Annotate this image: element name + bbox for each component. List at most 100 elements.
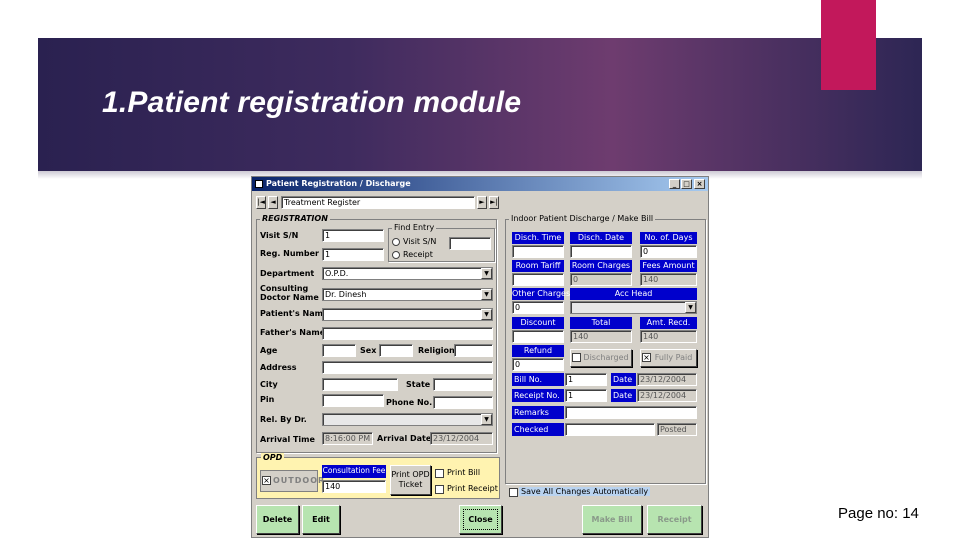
- find-receipt-label: Receipt: [403, 250, 433, 259]
- department-label: Department: [260, 269, 315, 278]
- find-entry-field[interactable]: [449, 237, 491, 250]
- rel-by-dr-label: Rel. By Dr.: [260, 415, 307, 424]
- make-bill-button[interactable]: Make Bill: [582, 505, 642, 534]
- state-field[interactable]: [433, 378, 493, 391]
- city-field[interactable]: [322, 378, 398, 391]
- bill-no-field[interactable]: 1: [565, 373, 607, 386]
- fully-paid-label: Fully Paid: [654, 353, 693, 362]
- slide-title: 1.Patient registration module: [102, 86, 522, 119]
- find-visit-sn-radio[interactable]: [392, 238, 400, 246]
- find-visit-sn-label: Visit S/N: [403, 237, 437, 246]
- acc-head-header: Acc Head: [570, 288, 697, 300]
- age-label: Age: [260, 346, 278, 355]
- dropdown-arrow-icon[interactable]: ▼: [481, 289, 492, 300]
- acc-head-combo[interactable]: ▼: [570, 301, 697, 314]
- print-opd-ticket-button[interactable]: Print OPD Ticket: [390, 465, 431, 495]
- outdoor-checkbox[interactable]: ×: [262, 476, 271, 485]
- close-button[interactable]: Close: [459, 505, 502, 534]
- maximize-button[interactable]: □: [681, 179, 692, 189]
- fully-paid-checkbox[interactable]: ×: [642, 353, 651, 362]
- print-receipt-checkbox[interactable]: [435, 485, 444, 494]
- visit-sn-label: Visit S/N: [260, 231, 299, 240]
- patient-registration-window: Patient Registration / Discharge _ □ × |…: [251, 176, 709, 538]
- receipt-date-field[interactable]: 23/12/2004: [637, 389, 697, 402]
- father-name-field[interactable]: [322, 327, 493, 340]
- department-value: O.P.D.: [325, 269, 349, 278]
- checked-field[interactable]: [565, 423, 655, 436]
- discount-field[interactable]: [512, 330, 564, 343]
- rel-by-dr-combo[interactable]: ▼: [322, 413, 493, 426]
- disch-date-field[interactable]: [570, 245, 632, 258]
- print-bill-checkbox[interactable]: [435, 469, 444, 478]
- find-receipt-radio[interactable]: [392, 251, 400, 259]
- dropdown-arrow-icon[interactable]: ▼: [481, 414, 492, 425]
- bill-date-field[interactable]: 23/12/2004: [637, 373, 697, 386]
- father-name-label: Father's Name: [260, 328, 326, 337]
- amt-recd-header: Amt. Recd.: [640, 317, 697, 329]
- prev-record-button[interactable]: ◄: [268, 196, 278, 209]
- edit-button[interactable]: Edit: [302, 505, 340, 534]
- total-header: Total: [570, 317, 632, 329]
- disch-time-header: Disch. Time: [512, 232, 564, 244]
- refund-field[interactable]: 0: [512, 358, 564, 371]
- ticket-label: Ticket: [398, 480, 423, 489]
- dropdown-arrow-icon[interactable]: ▼: [481, 268, 492, 279]
- pin-field[interactable]: [322, 394, 384, 407]
- minimize-button[interactable]: _: [669, 179, 680, 189]
- dropdown-arrow-icon[interactable]: ▼: [685, 302, 696, 313]
- sex-label: Sex: [360, 346, 377, 355]
- doctor-combo[interactable]: Dr. Dinesh ▼: [322, 288, 493, 301]
- disch-time-field[interactable]: [512, 245, 564, 258]
- window-titlebar: Patient Registration / Discharge _ □ ×: [252, 177, 708, 191]
- phone-label: Phone No.: [386, 398, 433, 407]
- close-window-button[interactable]: ×: [694, 179, 705, 189]
- print-opd-label: Print OPD: [391, 470, 430, 479]
- phone-field[interactable]: [433, 396, 493, 409]
- delete-button[interactable]: Delete: [256, 505, 299, 534]
- remarks-field[interactable]: [565, 406, 697, 419]
- save-all-checkbox[interactable]: [509, 488, 518, 497]
- age-field[interactable]: [322, 344, 356, 357]
- last-record-button[interactable]: ►|: [489, 196, 499, 209]
- discharged-checkbox[interactable]: [572, 353, 581, 362]
- total-field[interactable]: 140: [570, 330, 632, 343]
- room-charges-header: Room Charges: [570, 260, 632, 272]
- find-entry-title: Find Entry: [392, 223, 437, 232]
- visit-sn-field[interactable]: 1: [322, 229, 384, 242]
- amt-recd-field[interactable]: 140: [640, 330, 697, 343]
- reg-number-field[interactable]: 1: [322, 248, 384, 261]
- receipt-no-label: Receipt No.: [512, 389, 564, 402]
- address-field[interactable]: [322, 361, 493, 374]
- arrival-time-field[interactable]: 8:16:00 PM: [322, 432, 373, 445]
- patient-name-combo[interactable]: ▼: [322, 308, 493, 321]
- no-of-days-field[interactable]: 0: [640, 245, 697, 258]
- window-title: Patient Registration / Discharge: [266, 179, 411, 188]
- other-charges-header: Other Charges: [512, 288, 571, 300]
- fully-paid-toggle[interactable]: × Fully Paid: [640, 349, 697, 367]
- app-icon: [255, 180, 263, 188]
- opd-group-title: OPD: [261, 453, 285, 462]
- department-combo[interactable]: O.P.D. ▼: [322, 267, 493, 280]
- receipt-no-field[interactable]: 1: [565, 389, 607, 402]
- refund-header: Refund: [512, 345, 564, 357]
- bill-date-label: Date: [611, 373, 636, 386]
- religion-field[interactable]: [454, 344, 493, 357]
- reg-number-label: Reg. Number: [260, 249, 319, 258]
- other-charges-field[interactable]: 0: [512, 301, 564, 314]
- arrival-date-field[interactable]: 23/12/2004: [430, 432, 493, 445]
- receipt-button[interactable]: Receipt: [647, 505, 702, 534]
- sex-field[interactable]: [379, 344, 413, 357]
- next-record-button[interactable]: ►: [477, 196, 487, 209]
- room-tariff-field[interactable]: [512, 273, 564, 286]
- print-receipt-label: Print Receipt: [447, 484, 498, 493]
- consultation-fee-field[interactable]: 140: [322, 480, 386, 493]
- posted-field[interactable]: Posted: [657, 423, 697, 436]
- first-record-button[interactable]: |◄: [256, 196, 266, 209]
- fees-amount-field[interactable]: 140: [640, 273, 697, 286]
- address-label: Address: [260, 363, 297, 372]
- discharged-toggle[interactable]: Discharged: [570, 349, 632, 367]
- discharge-group-title: Indoor Patient Discharge / Make Bill: [509, 214, 656, 223]
- dropdown-arrow-icon[interactable]: ▼: [481, 309, 492, 320]
- register-selector[interactable]: Treatment Register: [281, 196, 475, 209]
- room-charges-field[interactable]: 0: [570, 273, 632, 286]
